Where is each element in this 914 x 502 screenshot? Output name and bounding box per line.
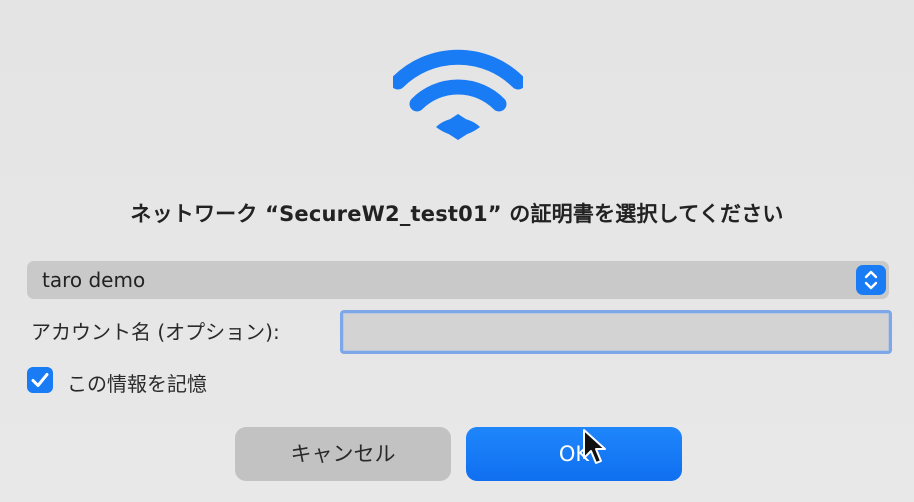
certificate-select-value: taro demo: [42, 268, 146, 292]
wifi-icon: [393, 49, 523, 140]
dialog-title: ネットワーク “SecureW2_test01” の証明書を選択してください: [130, 202, 784, 226]
remember-checkbox[interactable]: [27, 367, 53, 393]
remember-label: この情報を記憶: [67, 372, 207, 396]
mouse-pointer-icon: [583, 429, 606, 464]
account-name-input[interactable]: [340, 310, 892, 354]
cancel-button[interactable]: キャンセル: [235, 427, 451, 481]
account-name-label: アカウント名 (オプション):: [31, 320, 280, 344]
certificate-dialog: ネットワーク “SecureW2_test01” の証明書を選択してください t…: [0, 0, 914, 502]
chevron-up-down-icon[interactable]: [856, 265, 886, 295]
ok-button[interactable]: OK: [466, 427, 682, 481]
certificate-select[interactable]: taro demo: [27, 261, 889, 299]
